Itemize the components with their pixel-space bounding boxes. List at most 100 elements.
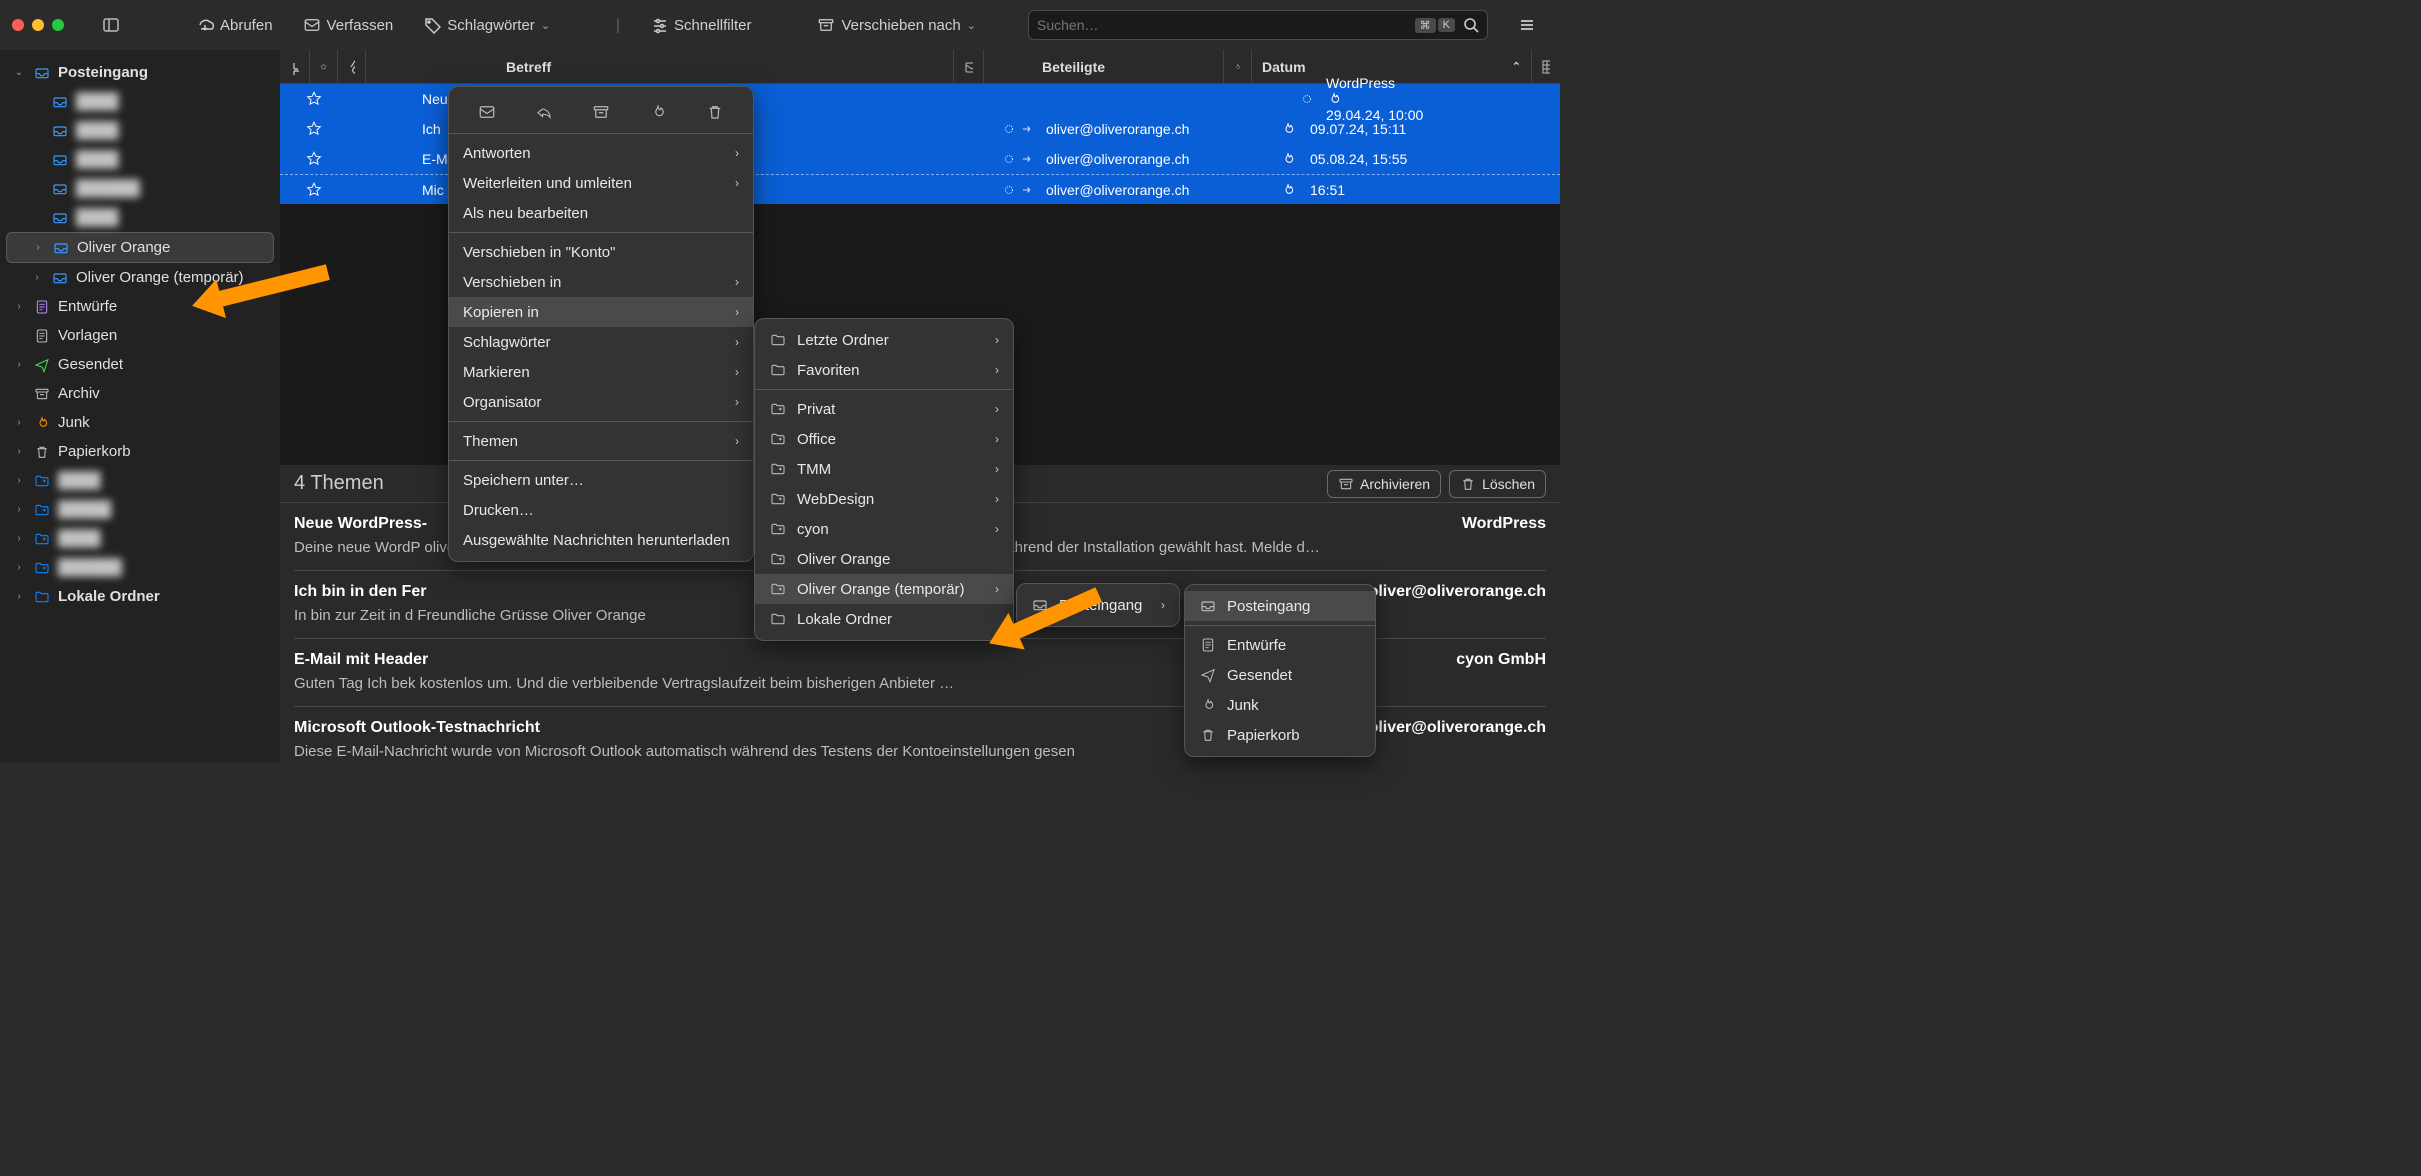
ctx-move-account[interactable]: Verschieben in "Konto" — [449, 237, 753, 267]
star-icon[interactable] — [306, 91, 322, 107]
chevron-right-icon: › — [995, 402, 999, 416]
sidebar-smart[interactable]: ›████ — [0, 524, 280, 553]
star-icon[interactable] — [306, 182, 322, 198]
app-menu-button[interactable] — [1506, 10, 1548, 40]
star-icon[interactable] — [306, 151, 322, 167]
sidebar-toggle[interactable] — [90, 10, 132, 40]
chevron-down-icon: ⌄ — [967, 19, 976, 32]
ctx-inbox[interactable]: Posteingang — [1185, 591, 1375, 621]
ctx-junk[interactable]: Junk — [1185, 690, 1375, 720]
ctx-save[interactable]: Speichern unter… — [449, 465, 753, 495]
ctx-sent[interactable]: Gesendet — [1185, 660, 1375, 690]
ctx-local[interactable]: Lokale Ordner — [755, 604, 1013, 634]
ctx-reply[interactable]: Antworten› — [449, 138, 753, 168]
chevron-right-icon[interactable]: › — [12, 301, 26, 312]
ctx-oliver[interactable]: Oliver Orange — [755, 544, 1013, 574]
sidebar-smart[interactable]: › ████ — [0, 466, 280, 495]
minimize-window[interactable] — [32, 19, 44, 31]
sort-icon[interactable]: ⌃ — [1512, 60, 1521, 73]
archive-button[interactable]: Archivieren — [1327, 470, 1441, 498]
ctx-trash[interactable]: Papierkorb — [1185, 720, 1375, 750]
search-input[interactable] — [1037, 17, 1413, 33]
maximize-window[interactable] — [52, 19, 64, 31]
flame-icon[interactable] — [1280, 182, 1296, 198]
chevron-right-icon[interactable]: › — [12, 446, 26, 457]
ctx-edit-as-new[interactable]: Als neu bearbeiten — [449, 198, 753, 228]
delete-icon[interactable] — [704, 101, 726, 123]
tags-button[interactable]: Schlagwörter⌄ — [411, 10, 562, 40]
junk-icon[interactable] — [647, 101, 669, 123]
col-attachment-icon[interactable] — [338, 50, 366, 83]
col-star-icon[interactable] — [310, 50, 338, 83]
ctx-download[interactable]: Ausgewählte Nachrichten herunterladen — [449, 525, 753, 555]
col-participants[interactable]: Beteiligte — [984, 50, 1224, 83]
sidebar-sent[interactable]: ›Gesendet — [0, 350, 280, 379]
sidebar-smart[interactable]: ›██████ — [0, 553, 280, 582]
ctx-forward[interactable]: Weiterleiten und umleiten› — [449, 168, 753, 198]
col-label: Beteiligte — [1042, 59, 1105, 75]
ctx-drafts[interactable]: Entwürfe — [1185, 630, 1375, 660]
reply-icon[interactable] — [533, 101, 555, 123]
ctx-recent[interactable]: Letzte Ordner› — [755, 325, 1013, 355]
col-correspondents-icon[interactable] — [954, 50, 984, 83]
chevron-down-icon[interactable]: ⌄ — [12, 67, 26, 78]
sidebar-junk[interactable]: ›Junk — [0, 408, 280, 437]
fetch-button[interactable]: Abrufen — [184, 10, 285, 40]
star-icon[interactable] — [306, 121, 322, 137]
chevron-right-icon[interactable]: › — [12, 504, 26, 515]
flame-icon[interactable] — [1326, 91, 1342, 107]
sidebar-account[interactable]: ████ — [0, 116, 280, 145]
ctx-favorites[interactable]: Favoriten› — [755, 355, 1013, 385]
flame-icon[interactable] — [1280, 121, 1296, 137]
sidebar-account[interactable]: ████ — [0, 145, 280, 174]
ctx-copy[interactable]: Kopieren in› — [449, 297, 753, 327]
chevron-right-icon: › — [735, 146, 739, 160]
ctx-print[interactable]: Drucken… — [449, 495, 753, 525]
sidebar-archive[interactable]: Archiv — [0, 379, 280, 408]
col-junk-icon[interactable] — [1224, 50, 1252, 83]
ctx-tags[interactable]: Schlagwörter› — [449, 327, 753, 357]
chevron-right-icon[interactable]: › — [12, 359, 26, 370]
chevron-right-icon[interactable]: › — [12, 475, 26, 486]
search-icon[interactable] — [1463, 17, 1479, 33]
sidebar-smart[interactable]: ›█████ — [0, 495, 280, 524]
sidebar-account[interactable]: ██████ — [0, 174, 280, 203]
quickfilter-button[interactable]: Schnellfilter — [638, 10, 764, 40]
sidebar-account[interactable]: ████ — [0, 87, 280, 116]
delete-button[interactable]: Löschen — [1449, 470, 1546, 498]
sidebar-trash[interactable]: ›Papierkorb — [0, 437, 280, 466]
ctx-mark[interactable]: Markieren› — [449, 357, 753, 387]
flame-icon[interactable] — [1280, 151, 1296, 167]
sidebar-templates[interactable]: Vorlagen — [0, 321, 280, 350]
chevron-right-icon[interactable]: › — [30, 272, 44, 283]
close-window[interactable] — [12, 19, 24, 31]
ctx-tmm[interactable]: TMM› — [755, 454, 1013, 484]
ctx-cyon[interactable]: cyon› — [755, 514, 1013, 544]
chevron-right-icon[interactable]: › — [31, 242, 45, 253]
sidebar-local-folders[interactable]: ›Lokale Ordner — [0, 582, 280, 611]
ctx-organizer[interactable]: Organisator› — [449, 387, 753, 417]
moveto-button[interactable]: Verschieben nach⌄ — [805, 10, 987, 40]
sidebar-oliver-orange[interactable]: ›Oliver Orange — [6, 232, 274, 263]
ctx-office[interactable]: Office› — [755, 424, 1013, 454]
ctx-webdesign[interactable]: WebDesign› — [755, 484, 1013, 514]
col-thread-icon[interactable] — [280, 50, 310, 83]
col-subject[interactable]: Betreff — [366, 50, 954, 83]
chevron-right-icon[interactable]: › — [12, 591, 26, 602]
ctx-move[interactable]: Verschieben in› — [449, 267, 753, 297]
compose-button[interactable]: Verfassen — [291, 10, 406, 40]
ctx-privat[interactable]: Privat› — [755, 394, 1013, 424]
sidebar-label: ████ — [58, 472, 101, 489]
msg-date: 05.08.24, 15:55 — [1310, 151, 1560, 167]
chevron-right-icon[interactable]: › — [12, 417, 26, 428]
msg-from: oliver@oliverorange.ch — [1040, 151, 1280, 167]
archive-icon[interactable] — [590, 101, 612, 123]
sidebar-account[interactable]: ████ — [0, 203, 280, 232]
ctx-themes[interactable]: Themen› — [449, 426, 753, 456]
sidebar-inbox[interactable]: ⌄Posteingang — [0, 58, 280, 87]
chevron-right-icon[interactable]: › — [12, 533, 26, 544]
mark-read-icon[interactable] — [476, 101, 498, 123]
chevron-right-icon[interactable]: › — [12, 562, 26, 573]
search-box[interactable]: ⌘ K — [1028, 10, 1488, 40]
ctx-oliver-tmp[interactable]: Oliver Orange (temporär)› — [755, 574, 1013, 604]
